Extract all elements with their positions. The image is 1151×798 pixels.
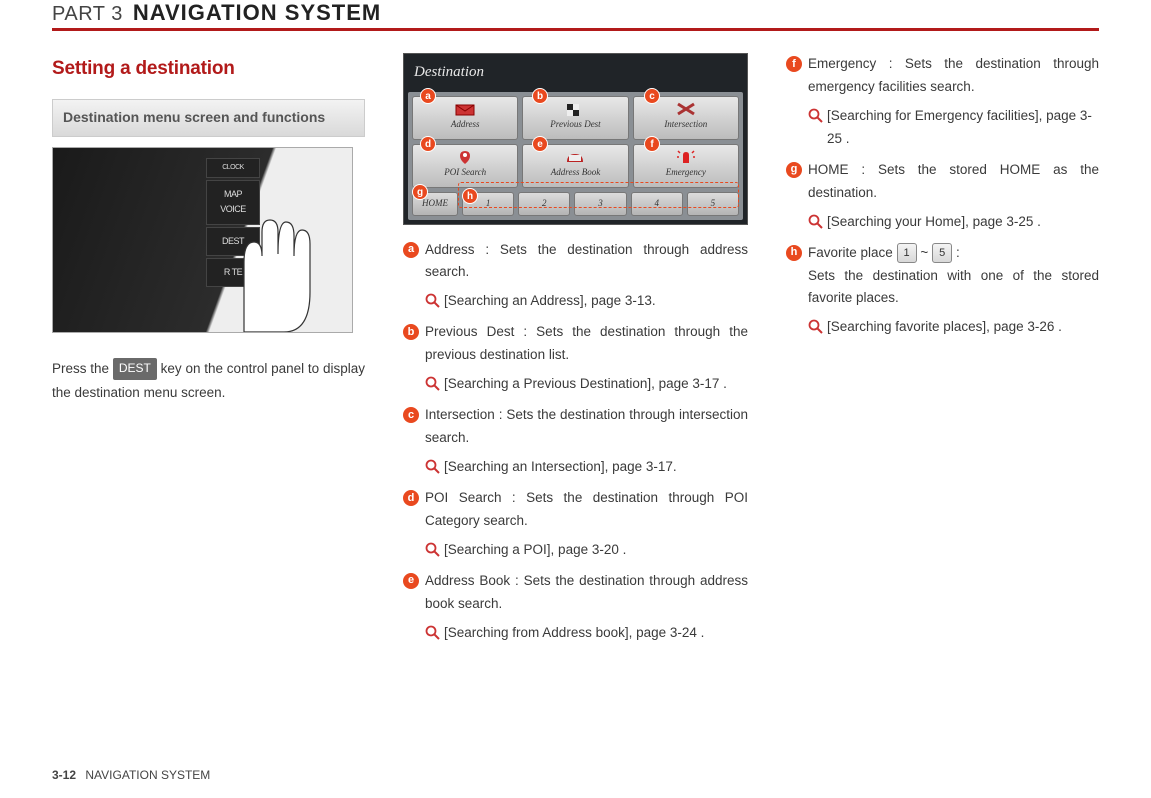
control-panel-photo: CLOCK MAP VOICE DEST R TE <box>52 147 353 333</box>
item-g: gHOME : Sets the stored HOME as the dest… <box>786 159 1099 205</box>
instruction-text: Press the DEST key on the control panel … <box>52 357 365 406</box>
marker-d: d <box>420 136 436 152</box>
marker-h: h <box>462 188 478 204</box>
header-title: NAVIGATION SYSTEM <box>133 0 381 26</box>
marker-e: e <box>532 136 548 152</box>
dest-btn-fav-3: 3 <box>574 192 626 216</box>
ref-g: [Searching your Home], page 3-25 . <box>786 211 1099 234</box>
ref-d: [Searching a POI], page 3-20 . <box>403 539 748 562</box>
magnifier-icon <box>808 319 823 334</box>
numkey-1: 1 <box>897 243 917 264</box>
destination-menu-screenshot: Destination Address Previous Dest Inters… <box>403 53 748 225</box>
marker-c: c <box>644 88 660 104</box>
page-footer: 3-12 NAVIGATION SYSTEM <box>52 768 210 782</box>
marker-a: a <box>420 88 436 104</box>
dest-btn-fav-5: 5 <box>687 192 739 216</box>
magnifier-icon <box>808 214 823 229</box>
item-f: fEmergency : Sets the destination throug… <box>786 53 1099 99</box>
section-title: Setting a destination <box>52 53 365 85</box>
ref-e: [Searching from Address book], page 3-24… <box>403 622 748 645</box>
ref-f: [Searching for Emergency facilities], pa… <box>786 105 1099 151</box>
magnifier-icon <box>425 376 440 391</box>
ref-a: [Searching an Address], page 3-13. <box>403 290 748 313</box>
part-label: PART 3 <box>52 3 123 26</box>
marker-f: f <box>644 136 660 152</box>
column-1: Setting a destination Destination menu s… <box>52 53 365 653</box>
page-number: 3-12 <box>52 768 76 782</box>
bullet-a: a <box>403 242 419 258</box>
magnifier-icon <box>425 293 440 308</box>
magnifier-icon <box>425 459 440 474</box>
bullet-h: h <box>786 245 802 261</box>
bullet-d: d <box>403 490 419 506</box>
item-e: eAddress Book : Sets the destination thr… <box>403 570 748 616</box>
magnifier-icon <box>425 542 440 557</box>
ref-c: [Searching an Intersection], page 3-17. <box>403 456 748 479</box>
bullet-b: b <box>403 324 419 340</box>
column-2: Destination Address Previous Dest Inters… <box>403 53 748 653</box>
subheading: Destination menu screen and functions <box>52 99 365 137</box>
item-h: h Favorite place 1 ~ 5 : Sets the destin… <box>786 242 1099 311</box>
item-a: aAddress : Sets the destination through … <box>403 239 748 285</box>
bullet-f: f <box>786 56 802 72</box>
bullet-g: g <box>786 162 802 178</box>
panel-button-clock: CLOCK <box>206 158 260 178</box>
dest-key-badge: DEST <box>113 358 157 380</box>
item-b: bPrevious Dest : Sets the destination th… <box>403 321 748 367</box>
bullet-e: e <box>403 573 419 589</box>
ref-h: [Searching favorite places], page 3-26 . <box>786 316 1099 339</box>
hand-illustration <box>194 192 334 332</box>
numkey-5: 5 <box>932 243 952 264</box>
magnifier-icon <box>425 625 440 640</box>
marker-b: b <box>532 88 548 104</box>
bullet-c: c <box>403 407 419 423</box>
ref-b: [Searching a Previous Destination], page… <box>403 373 748 396</box>
footer-label: NAVIGATION SYSTEM <box>85 768 210 782</box>
item-d: dPOI Search : Sets the destination throu… <box>403 487 748 533</box>
dest-btn-fav-4: 4 <box>631 192 683 216</box>
item-c: cIntersection : Sets the destination thr… <box>403 404 748 450</box>
marker-g: g <box>412 184 428 200</box>
dest-btn-fav-2: 2 <box>518 192 570 216</box>
magnifier-icon <box>808 108 823 123</box>
column-3: fEmergency : Sets the destination throug… <box>786 53 1099 653</box>
page-header: PART 3 NAVIGATION SYSTEM <box>52 0 1099 31</box>
